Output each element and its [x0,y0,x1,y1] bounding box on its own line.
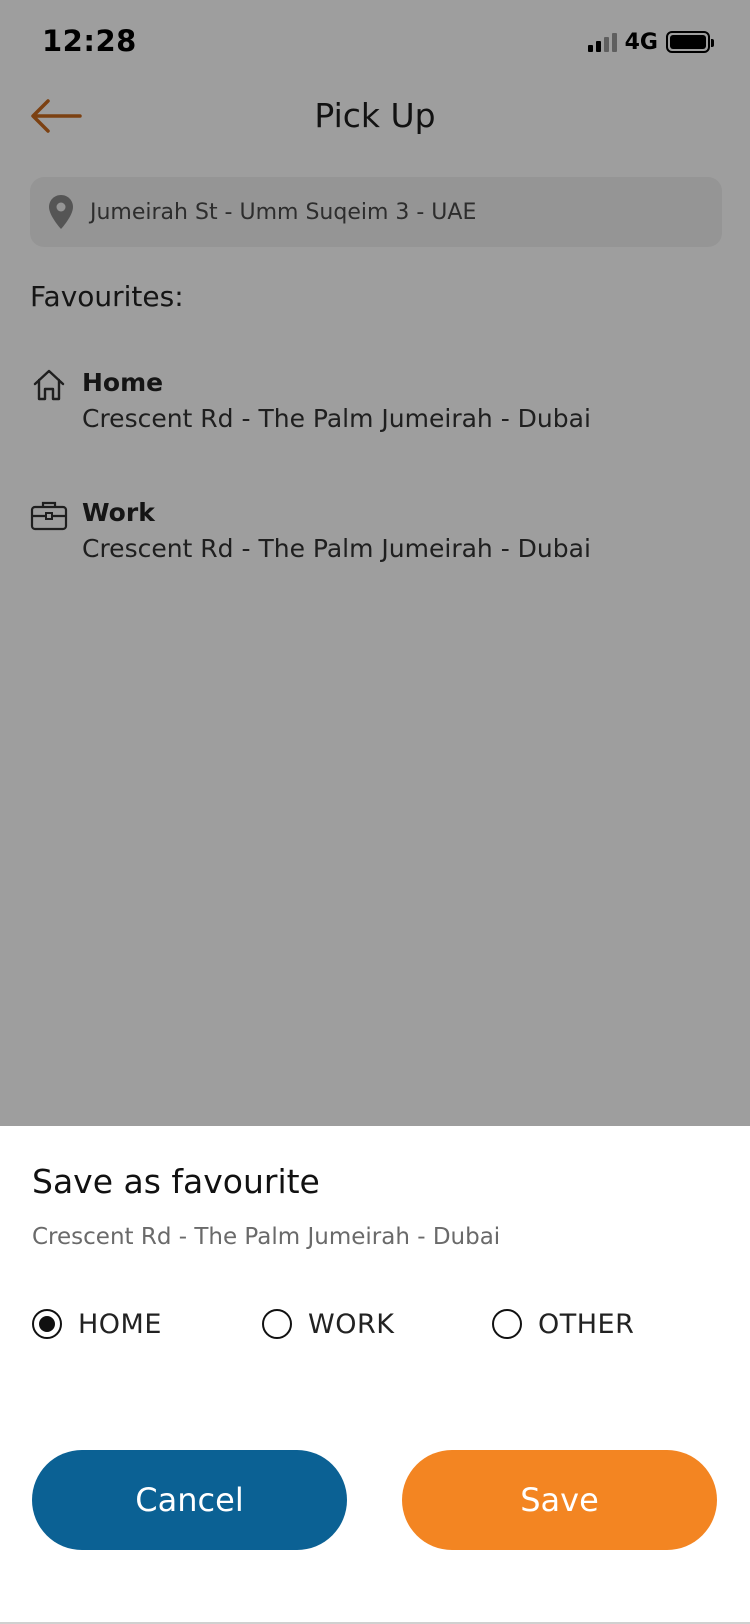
radio-label: WORK [308,1308,395,1340]
favourite-type-radio-group: HOME WORK OTHER [32,1304,732,1344]
radio-other[interactable]: OTHER [492,1304,634,1344]
radio-work[interactable]: WORK [262,1304,394,1344]
save-favourite-sheet: Save as favourite Crescent Rd - The Palm… [0,1126,750,1624]
modal-backdrop[interactable] [0,0,750,1126]
radio-home[interactable]: HOME [32,1304,162,1344]
radio-unselected-icon [262,1309,292,1339]
radio-label: OTHER [538,1308,635,1340]
sheet-title: Save as favourite [32,1162,320,1201]
radio-unselected-icon [492,1309,522,1339]
cancel-button[interactable]: Cancel [32,1450,347,1550]
save-button[interactable]: Save [402,1450,717,1550]
sheet-address: Crescent Rd - The Palm Jumeirah - Dubai [32,1224,501,1250]
radio-label: HOME [78,1308,162,1340]
radio-selected-icon [32,1309,62,1339]
